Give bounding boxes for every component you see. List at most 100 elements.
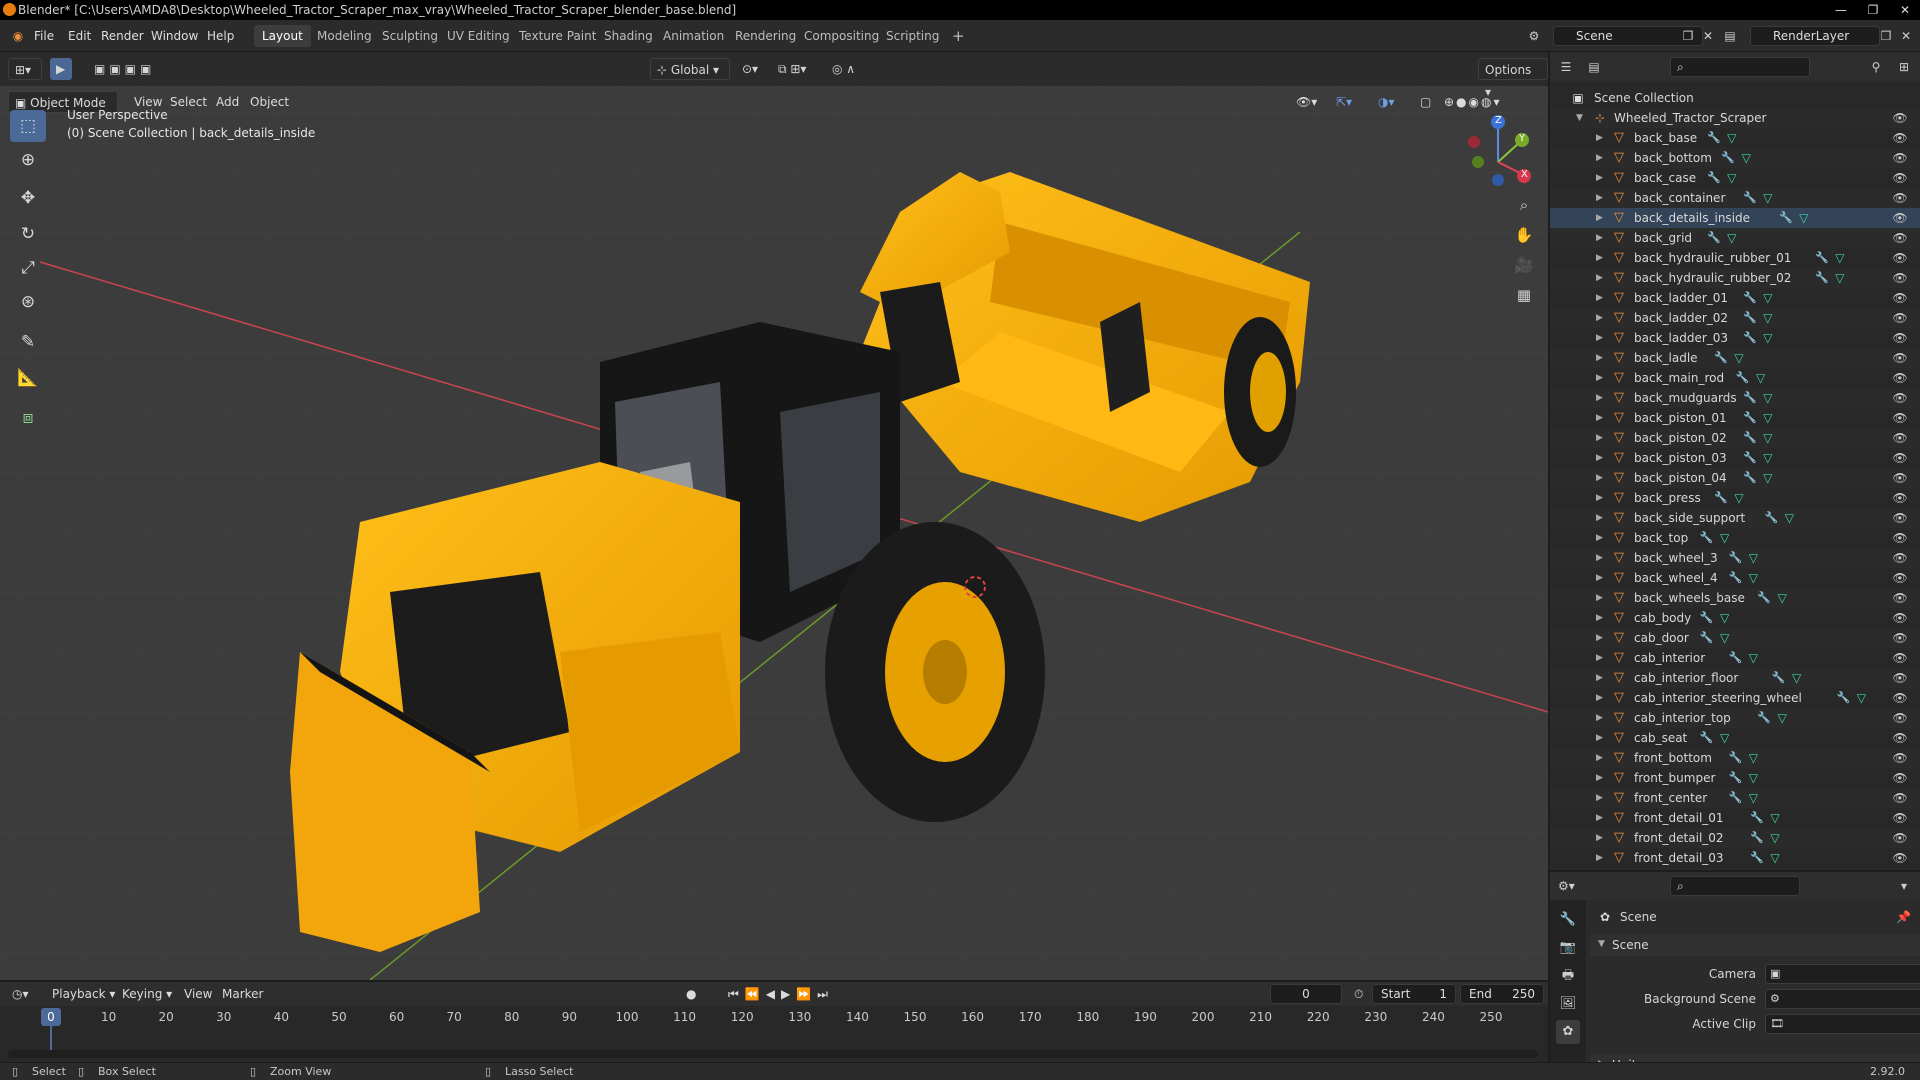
timeline-menu-playback[interactable]: Playback ▾ xyxy=(46,983,121,1005)
outliner-item[interactable]: ▶ ▽ back_main_rod 🔧 ▽ 👁 xyxy=(1550,368,1920,388)
tab-animation[interactable]: Animation xyxy=(655,25,732,47)
visibility-eye-icon[interactable]: 👁 xyxy=(1892,190,1908,206)
expand-triangle-icon[interactable]: ▶ xyxy=(1596,248,1603,268)
expand-triangle-icon[interactable]: ▶ xyxy=(1596,648,1603,668)
modifier-wrench-icon[interactable]: 🔧 xyxy=(1714,490,1728,506)
expand-triangle-icon[interactable]: ▶ xyxy=(1596,128,1603,148)
mesh-data-icon[interactable]: ▽ xyxy=(1768,850,1782,866)
mesh-data-icon[interactable]: ▽ xyxy=(1718,530,1732,546)
tool-annotate-icon[interactable]: ✎ xyxy=(10,326,46,358)
outliner-item[interactable]: ▶ ▽ back_ladder_01 🔧 ▽ 👁 xyxy=(1550,288,1920,308)
mesh-data-icon[interactable]: ▽ xyxy=(1768,830,1782,846)
zoom-view-icon[interactable]: ⌕ xyxy=(1511,192,1537,218)
visibility-eye-icon[interactable]: 👁 xyxy=(1892,730,1908,746)
mesh-data-icon[interactable]: ▽ xyxy=(1754,370,1768,386)
visibility-eye-icon[interactable]: 👁 xyxy=(1892,770,1908,786)
outliner-item[interactable]: ▶ ▽ back_piston_03 🔧 ▽ 👁 xyxy=(1550,448,1920,468)
expand-triangle-icon[interactable]: ▶ xyxy=(1596,148,1603,168)
tool-measure-icon[interactable]: 📐 xyxy=(10,362,46,394)
outliner-item[interactable]: ▶ ▽ cab_interior 🔧 ▽ 👁 xyxy=(1550,648,1920,668)
expand-triangle-icon[interactable]: ▶ xyxy=(1596,468,1603,488)
background-scene-field[interactable]: ⚙ xyxy=(1765,989,1920,1009)
visibility-eye-icon[interactable]: 👁 xyxy=(1892,490,1908,506)
menu-file[interactable]: File xyxy=(28,26,60,46)
snap-icon[interactable]: ⧉ ⊞▾ xyxy=(772,58,812,80)
expand-triangle-icon[interactable]: ▶ xyxy=(1596,808,1603,828)
record-button-icon[interactable]: ● xyxy=(680,983,702,1005)
outliner-item[interactable]: ▶ ▽ back_base 🔧 ▽ 👁 xyxy=(1550,128,1920,148)
visibility-eye-icon[interactable]: 👁 xyxy=(1892,830,1908,846)
mesh-data-icon[interactable]: ▽ xyxy=(1746,550,1760,566)
modifier-wrench-icon[interactable]: 🔧 xyxy=(1750,830,1764,846)
filter-icon[interactable]: ⚲ xyxy=(1868,59,1884,75)
modifier-wrench-icon[interactable]: 🔧 xyxy=(1764,510,1779,526)
modifier-wrench-icon[interactable]: 🔧 xyxy=(1743,290,1757,306)
modifier-wrench-icon[interactable]: 🔧 xyxy=(1743,390,1757,406)
delete-view-layer-icon[interactable]: ✕ xyxy=(1898,28,1914,44)
modifier-wrench-icon[interactable]: 🔧 xyxy=(1750,810,1764,826)
tab-scripting[interactable]: Scripting xyxy=(878,25,947,47)
tab-uv-editing[interactable]: UV Editing xyxy=(439,25,518,47)
properties-search-input[interactable]: ⌕ xyxy=(1670,876,1800,896)
timeline-menu-keying[interactable]: Keying ▾ xyxy=(116,983,178,1005)
tool-rotate-icon[interactable]: ↻ xyxy=(10,218,46,250)
visibility-eye-icon[interactable]: 👁 xyxy=(1892,750,1908,766)
outliner-item[interactable]: ▶ ▽ cab_interior_steering_wheel 🔧 ▽ 👁 xyxy=(1550,688,1920,708)
collapse-triangle-icon[interactable]: ▼ xyxy=(1576,108,1583,128)
outliner-item[interactable]: ▶ ▽ front_bottom 🔧 ▽ 👁 xyxy=(1550,748,1920,768)
mesh-data-icon[interactable]: ▽ xyxy=(1746,770,1760,786)
proportional-edit-icon[interactable]: ◎ ∧ xyxy=(826,58,861,80)
visibility-eye-icon[interactable]: 👁 xyxy=(1892,690,1908,706)
outliner-item[interactable]: ▶ ▽ cab_interior_floor 🔧 ▽ 👁 xyxy=(1550,668,1920,688)
viewport-menu-object[interactable]: Object xyxy=(244,91,295,113)
expand-triangle-icon[interactable]: ▶ xyxy=(1596,308,1603,328)
outliner-item[interactable]: ▶ ▽ back_container 🔧 ▽ 👁 xyxy=(1550,188,1920,208)
mesh-data-icon[interactable]: ▽ xyxy=(1833,250,1847,266)
display-mode-icon[interactable]: ▤ xyxy=(1586,59,1602,75)
modifier-wrench-icon[interactable]: 🔧 xyxy=(1728,770,1743,786)
scene-collection-row[interactable]: ▣ Scene Collection xyxy=(1550,88,1920,108)
mesh-data-icon[interactable]: ▽ xyxy=(1746,750,1760,766)
menu-edit[interactable]: Edit xyxy=(62,26,97,46)
pivot-point-icon[interactable]: ⊙▾ xyxy=(736,58,764,80)
mesh-data-icon[interactable]: ▽ xyxy=(1761,470,1775,486)
tab-layout[interactable]: Layout xyxy=(254,25,311,47)
expand-triangle-icon[interactable]: ▶ xyxy=(1596,448,1603,468)
ortho-toggle-icon[interactable]: ▦ xyxy=(1511,282,1537,308)
tab-sculpting[interactable]: Sculpting xyxy=(374,25,446,47)
tab-rendering[interactable]: Rendering xyxy=(727,25,804,47)
preview-range-icon[interactable]: ⏱ xyxy=(1348,983,1369,1005)
visibility-eye-icon[interactable]: 👁 xyxy=(1892,790,1908,806)
modifier-wrench-icon[interactable]: 🔧 xyxy=(1757,590,1771,606)
visibility-eye-icon[interactable]: 👁 xyxy=(1892,470,1908,486)
pan-view-icon[interactable]: ✋ xyxy=(1511,222,1537,248)
visibility-eye-icon[interactable]: 👁 xyxy=(1892,270,1908,286)
visibility-eye-icon[interactable]: 👁 xyxy=(1892,670,1908,686)
outliner-item[interactable]: ▶ ▽ back_press 🔧 ▽ 👁 xyxy=(1550,488,1920,508)
3d-viewport[interactable]: Z Y X ⊞▾ ▶ ▣▣▣▣ ⊹ Global ▾ ⊙▾ ⧉ ⊞▾ ◎ ∧ O… xyxy=(0,52,1548,980)
outliner-item[interactable]: ▶ ▽ back_ladle 🔧 ▽ 👁 xyxy=(1550,348,1920,368)
expand-triangle-icon[interactable]: ▶ xyxy=(1596,228,1603,248)
menu-window[interactable]: Window xyxy=(145,26,204,46)
mesh-data-icon[interactable]: ▽ xyxy=(1746,570,1760,586)
visibility-eye-icon[interactable]: 👁 xyxy=(1892,530,1908,546)
outliner-item[interactable]: ▶ ▽ front_detail_03 🔧 ▽ 👁 xyxy=(1550,848,1920,868)
close-window-button[interactable]: ✕ xyxy=(1890,0,1920,20)
camera-field[interactable]: ▣ ✒ xyxy=(1765,964,1920,984)
outliner-item[interactable]: ▶ ▽ back_ladder_02 🔧 ▽ 👁 xyxy=(1550,308,1920,328)
visibility-eye-icon[interactable]: 👁 xyxy=(1892,250,1908,266)
visibility-eye-icon[interactable]: 👁 xyxy=(1892,390,1908,406)
options-dropdown[interactable]: Options ▾ xyxy=(1478,58,1548,99)
modifier-wrench-icon[interactable]: 🔧 xyxy=(1836,690,1851,706)
expand-triangle-icon[interactable]: ▶ xyxy=(1596,348,1603,368)
outliner-item[interactable]: ▶ ▽ cab_seat 🔧 ▽ 👁 xyxy=(1550,728,1920,748)
modifier-wrench-icon[interactable]: 🔧 xyxy=(1707,230,1721,246)
outliner-item[interactable]: ▶ ▽ back_case 🔧 ▽ 👁 xyxy=(1550,168,1920,188)
current-frame-field[interactable]: 0 xyxy=(1270,984,1342,1004)
new-view-layer-icon[interactable]: ❐ xyxy=(1878,28,1894,44)
mesh-data-icon[interactable]: ▽ xyxy=(1718,730,1732,746)
visibility-eye-icon[interactable]: 👁 xyxy=(1892,710,1908,726)
outliner-editor-type-icon[interactable]: ☰ xyxy=(1558,59,1574,75)
expand-triangle-icon[interactable]: ▶ xyxy=(1596,368,1603,388)
minimize-button[interactable]: — xyxy=(1826,0,1856,20)
